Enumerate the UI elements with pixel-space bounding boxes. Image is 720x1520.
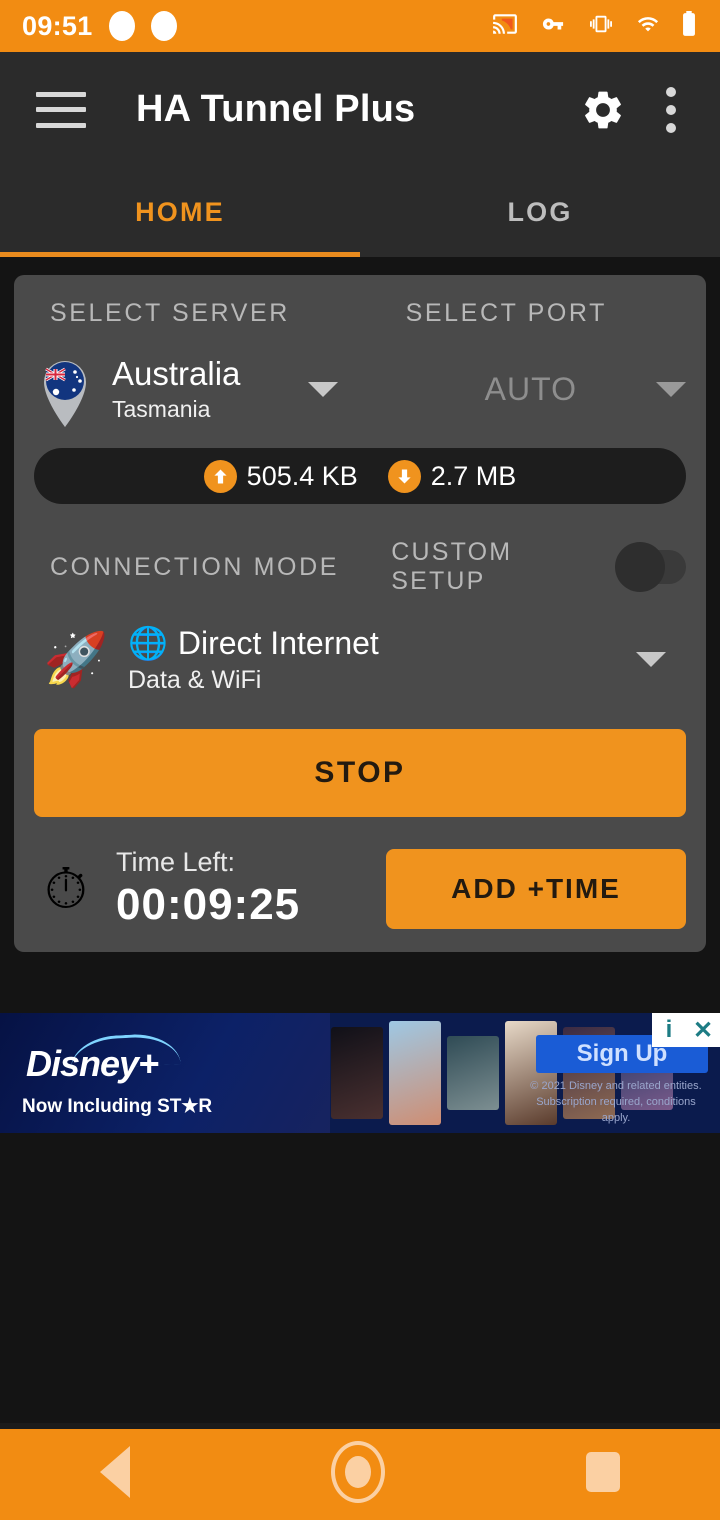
stop-button[interactable]: STOP: [34, 729, 686, 817]
status-bar-right: [490, 10, 698, 42]
ad-poster: [331, 1027, 383, 1119]
chevron-down-icon[interactable]: [308, 381, 338, 397]
ad-tagline: Now Including ST★R: [22, 1096, 213, 1117]
connection-mode-text: 🌐 Direct Internet Data & WiFi: [128, 624, 379, 695]
hamburger-menu-icon[interactable]: [36, 91, 86, 128]
port-selector[interactable]: AUTO: [406, 371, 686, 408]
connection-mode-subtitle: Data & WiFi: [128, 666, 262, 694]
phone-screen: 09:51 HA Tunnel Plus HOME LOG SELECT SER…: [0, 0, 720, 1520]
toggle-thumb: [614, 542, 665, 592]
globe-icon: 🌐: [128, 625, 168, 661]
port-value: AUTO: [484, 370, 577, 407]
server-selector[interactable]: Australia Tasmania: [34, 350, 406, 428]
chevron-down-icon[interactable]: [656, 381, 686, 397]
tab-indicator: [0, 252, 360, 257]
mode-caret-wrap: [636, 652, 666, 667]
selector-row: Australia Tasmania AUTO: [34, 350, 686, 428]
ad-poster: [389, 1021, 441, 1125]
time-left-label: Time Left:: [116, 847, 236, 877]
download-value: 2.7 MB: [430, 460, 517, 491]
custom-setup-label: CUSTOM SETUP: [391, 538, 513, 595]
map-pin-flag-icon: [34, 350, 96, 428]
download-arrow-icon: [387, 459, 421, 493]
tab-log[interactable]: LOG: [360, 167, 720, 257]
server-country: Australia: [112, 355, 241, 393]
ad-brand-panel: Disney+ Now Including ST★R: [0, 1013, 330, 1133]
ad-info-icon[interactable]: i: [652, 1013, 686, 1047]
stopwatch-icon: ⏱: [44, 856, 88, 920]
selector-labels-row: SELECT SERVER SELECT PORT: [34, 299, 686, 328]
cast-icon: [490, 11, 520, 42]
app-bar: HA Tunnel Plus: [0, 52, 720, 167]
empty-area: [0, 1133, 720, 1423]
kebab-menu-icon[interactable]: [666, 86, 676, 133]
timer-row: ⏱ Time Left: 00:09:25 ADD +TIME: [34, 847, 686, 930]
select-server-label: SELECT SERVER: [50, 299, 290, 327]
timer-text: Time Left: 00:09:25: [116, 847, 300, 930]
server-text: Australia Tasmania: [112, 355, 240, 423]
vpn-key-icon: [537, 13, 569, 40]
system-nav-bar: [0, 1423, 720, 1520]
page-title: HA Tunnel Plus: [136, 88, 416, 130]
connection-card: SELECT SERVER SELECT PORT Australia Tasm…: [14, 275, 706, 952]
ad-controls: i ✕: [652, 1013, 720, 1047]
upload-value: 505.4 KB: [246, 460, 358, 491]
server-caret-wrap: [240, 381, 405, 397]
upload-stat: 505.4 KB: [203, 459, 358, 493]
status-clock: 09:51: [22, 10, 93, 41]
connection-mode-title-row: 🌐 Direct Internet: [128, 624, 379, 662]
ad-banner[interactable]: ★ Disney+ Now Including ST★R Sign Up © 2…: [0, 1013, 720, 1133]
nav-bar-divider: [0, 1423, 720, 1429]
ad-fine-print: © 2021 Disney and related entities. Subs…: [530, 1080, 702, 1124]
gear-icon[interactable]: [580, 87, 626, 133]
ad-poster: [447, 1036, 499, 1110]
main-content: SELECT SERVER SELECT PORT Australia Tasm…: [0, 257, 720, 952]
notification-dot-icon: [108, 11, 135, 41]
home-circle-icon[interactable]: [330, 1440, 385, 1503]
notification-dot-icon: [150, 11, 177, 41]
recents-square-icon[interactable]: [585, 1451, 620, 1492]
add-time-button[interactable]: ADD +TIME: [386, 848, 686, 929]
connection-mode-selector[interactable]: 🚀 🌐 Direct Internet Data & WiFi: [34, 624, 686, 695]
connection-mode-label: CONNECTION MODE: [50, 552, 339, 581]
custom-setup-toggle[interactable]: [614, 542, 686, 592]
connection-mode-title: Direct Internet: [177, 624, 379, 661]
chevron-down-icon[interactable]: [636, 652, 666, 667]
ad-close-icon[interactable]: ✕: [686, 1013, 720, 1047]
status-bar: 09:51: [0, 0, 720, 52]
ad-brand-name: Disney+: [26, 1043, 159, 1084]
tab-home[interactable]: HOME: [0, 167, 360, 257]
download-stat: 2.7 MB: [387, 459, 517, 493]
wifi-icon: [633, 13, 663, 40]
select-port-label: SELECT PORT: [405, 299, 607, 327]
back-triangle-icon[interactable]: [100, 1445, 131, 1498]
time-left-value: 00:09:25: [116, 880, 301, 929]
status-bar-left: 09:51: [22, 11, 177, 42]
vibrate-icon: [586, 13, 616, 40]
battery-icon: [680, 10, 698, 42]
upload-arrow-icon: [203, 459, 237, 493]
rocket-icon: 🚀: [43, 630, 109, 689]
tab-bar: HOME LOG: [0, 167, 720, 257]
connection-labels-row: CONNECTION MODE CUSTOM SETUP: [34, 538, 686, 596]
traffic-stats-pill: 505.4 KB 2.7 MB: [34, 448, 686, 504]
server-region: Tasmania: [112, 395, 211, 422]
